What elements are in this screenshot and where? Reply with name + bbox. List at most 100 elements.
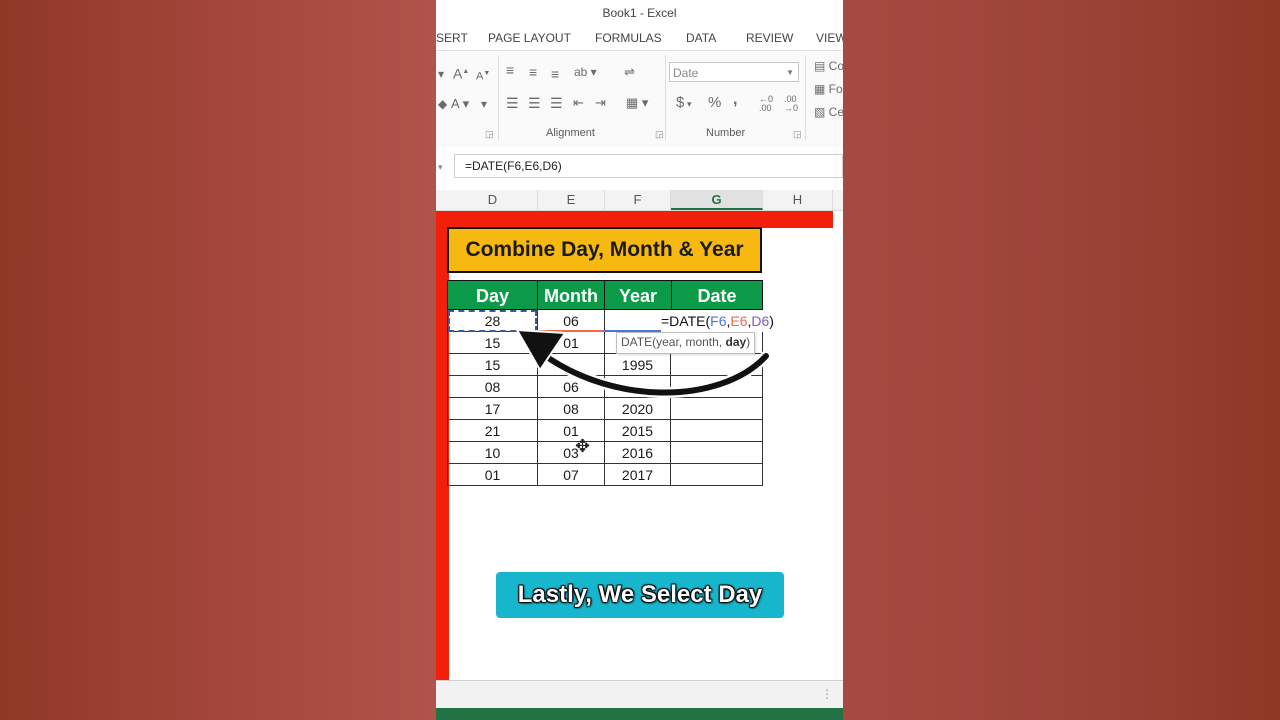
column-header-e[interactable]: E <box>538 190 605 210</box>
cell-date[interactable] <box>671 354 763 376</box>
cell-year[interactable]: 2020 <box>605 398 671 420</box>
cell-year[interactable] <box>605 376 671 398</box>
align-top-icon[interactable]: ≡ <box>506 63 514 77</box>
cell-month[interactable]: 01 <box>538 332 605 354</box>
cell-date[interactable] <box>671 398 763 420</box>
column-headers: D E F G H <box>436 190 843 211</box>
month-reference-highlight <box>537 310 604 332</box>
align-middle-icon[interactable]: ≡ <box>529 65 537 79</box>
font-color-icon[interactable]: A ▾ <box>451 97 469 111</box>
cell-month[interactable]: 03 <box>538 442 605 464</box>
merge-center-icon[interactable]: ▦ ▾ <box>626 96 648 110</box>
alignment-group-label: Alignment <box>546 127 595 139</box>
number-format-value: Date <box>673 66 699 80</box>
sheet-title: Combine Day, Month & Year <box>447 227 762 273</box>
format-as-table-button[interactable]: ▦ Fo <box>814 82 843 96</box>
comma-style-icon[interactable]: , <box>733 92 737 108</box>
cell-formula-editor[interactable]: =DATE(F6,E6,D6) <box>661 310 776 332</box>
orientation-icon[interactable]: ab ▾ <box>574 65 597 79</box>
ref-day: D6 <box>751 313 770 329</box>
decrease-indent-icon[interactable]: ⇤ <box>573 96 584 110</box>
header-month[interactable]: Month <box>537 280 605 310</box>
cell-date[interactable] <box>671 376 763 398</box>
more-options-icon[interactable]: ⋮ <box>821 687 833 701</box>
header-year[interactable]: Year <box>604 280 672 310</box>
cell-date[interactable] <box>671 442 763 464</box>
cell-day[interactable]: 01 <box>448 464 538 486</box>
number-launcher-icon[interactable]: ◲ <box>793 129 802 140</box>
cell-month[interactable]: 01 <box>538 420 605 442</box>
formula-bar: ▾ =DATE(F6,E6,D6) <box>436 147 843 187</box>
header-date[interactable]: Date <box>671 280 763 310</box>
cursor-icon: ✥ <box>575 436 591 456</box>
tab-review[interactable]: REVIEW <box>746 27 793 49</box>
align-left-icon[interactable]: ☰ <box>506 96 519 110</box>
cell-year[interactable]: 2016 <box>605 442 671 464</box>
column-header-h[interactable]: H <box>763 190 833 210</box>
cell-styles-button[interactable]: ▧ Ce <box>814 105 843 119</box>
percent-icon[interactable]: % <box>708 95 721 110</box>
column-header-f[interactable]: F <box>605 190 671 210</box>
excel-window: Book1 - Excel SERT PAGE LAYOUT FORMULAS … <box>436 0 843 720</box>
align-center-icon[interactable]: ☰ <box>528 96 541 110</box>
cell-date[interactable] <box>671 420 763 442</box>
chevron-down-icon: ▼ <box>786 68 794 77</box>
cell-year[interactable]: 1995 <box>605 354 671 376</box>
cell-year[interactable]: 2017 <box>605 464 671 486</box>
tab-insert[interactable]: SERT <box>436 27 468 49</box>
decrease-font-icon[interactable]: A▼ <box>476 67 490 84</box>
decrease-decimal-icon[interactable]: .00 →0 <box>784 95 798 113</box>
cell-month[interactable] <box>538 354 605 376</box>
column-header-d[interactable]: D <box>448 190 538 210</box>
currency-dropdown-icon[interactable]: ▾ <box>687 97 692 111</box>
tab-formulas[interactable]: FORMULAS <box>595 27 662 49</box>
cell-date[interactable] <box>671 464 763 486</box>
align-right-icon[interactable]: ☰ <box>550 96 563 110</box>
day-selection-marquee <box>448 310 537 332</box>
number-format-select[interactable]: Date ▼ <box>669 62 799 82</box>
sheet-tab-bar <box>436 708 843 720</box>
cell-month[interactable]: 08 <box>538 398 605 420</box>
ribbon: ▾ A▲ A▼ ◆ A ▾ ▾ ◲ ≡ ≡ ≡ ab ▾ ⇌ ☰ ☰ ☰ ⇤ ⇥… <box>436 50 843 148</box>
formula-input[interactable]: =DATE(F6,E6,D6) <box>454 154 843 178</box>
caption-banner: Lastly, We Select Day <box>496 572 784 618</box>
header-day[interactable]: Day <box>447 280 538 310</box>
cell-day[interactable]: 08 <box>448 376 538 398</box>
status-bar: ⋮ <box>436 680 843 709</box>
increase-decimal-icon[interactable]: ←0.00 <box>759 95 773 113</box>
cell-month[interactable]: 06 <box>538 376 605 398</box>
tab-data[interactable]: DATA <box>686 27 716 49</box>
ref-month: E6 <box>730 313 748 329</box>
function-tooltip: DATE(year, month, day) <box>616 332 756 354</box>
separator <box>498 55 499 141</box>
number-group-label: Number <box>706 127 746 139</box>
cell-day[interactable]: 17 <box>448 398 538 420</box>
fill-color-icon[interactable]: ◆ <box>438 97 447 111</box>
cell-month[interactable]: 07 <box>538 464 605 486</box>
increase-font-icon[interactable]: A▲ <box>453 65 469 81</box>
separator <box>665 55 666 141</box>
currency-icon[interactable]: $ <box>676 95 684 110</box>
name-box-dropdown-icon[interactable]: ▾ <box>438 160 443 174</box>
conditional-formatting-button[interactable]: ▤ Co <box>814 59 843 73</box>
ref-year: F6 <box>710 313 727 329</box>
tab-view[interactable]: VIEW <box>816 27 843 49</box>
ribbon-tabs: SERT PAGE LAYOUT FORMULAS DATA REVIEW VI… <box>436 27 843 49</box>
cell-day[interactable]: 21 <box>448 420 538 442</box>
increase-indent-icon[interactable]: ⇥ <box>595 96 606 110</box>
window-title: Book1 - Excel <box>602 6 677 20</box>
font-color-more-icon[interactable]: ▾ <box>481 97 487 111</box>
cell-day[interactable]: 15 <box>448 354 538 376</box>
cell-day[interactable]: 15 <box>448 332 538 354</box>
column-header-g[interactable]: G <box>671 190 763 210</box>
tab-page-layout[interactable]: PAGE LAYOUT <box>488 27 571 49</box>
font-launcher-icon[interactable]: ◲ <box>485 129 494 140</box>
font-color-dropdown-icon[interactable]: ▾ <box>438 67 444 81</box>
cell-year[interactable]: 2015 <box>605 420 671 442</box>
separator <box>805 55 806 141</box>
alignment-launcher-icon[interactable]: ◲ <box>655 129 664 140</box>
align-bottom-icon[interactable]: ≡ <box>551 67 559 81</box>
wrap-text-icon[interactable]: ⇌ <box>624 65 635 79</box>
cell-day[interactable]: 10 <box>448 442 538 464</box>
red-decor-top <box>436 211 833 228</box>
